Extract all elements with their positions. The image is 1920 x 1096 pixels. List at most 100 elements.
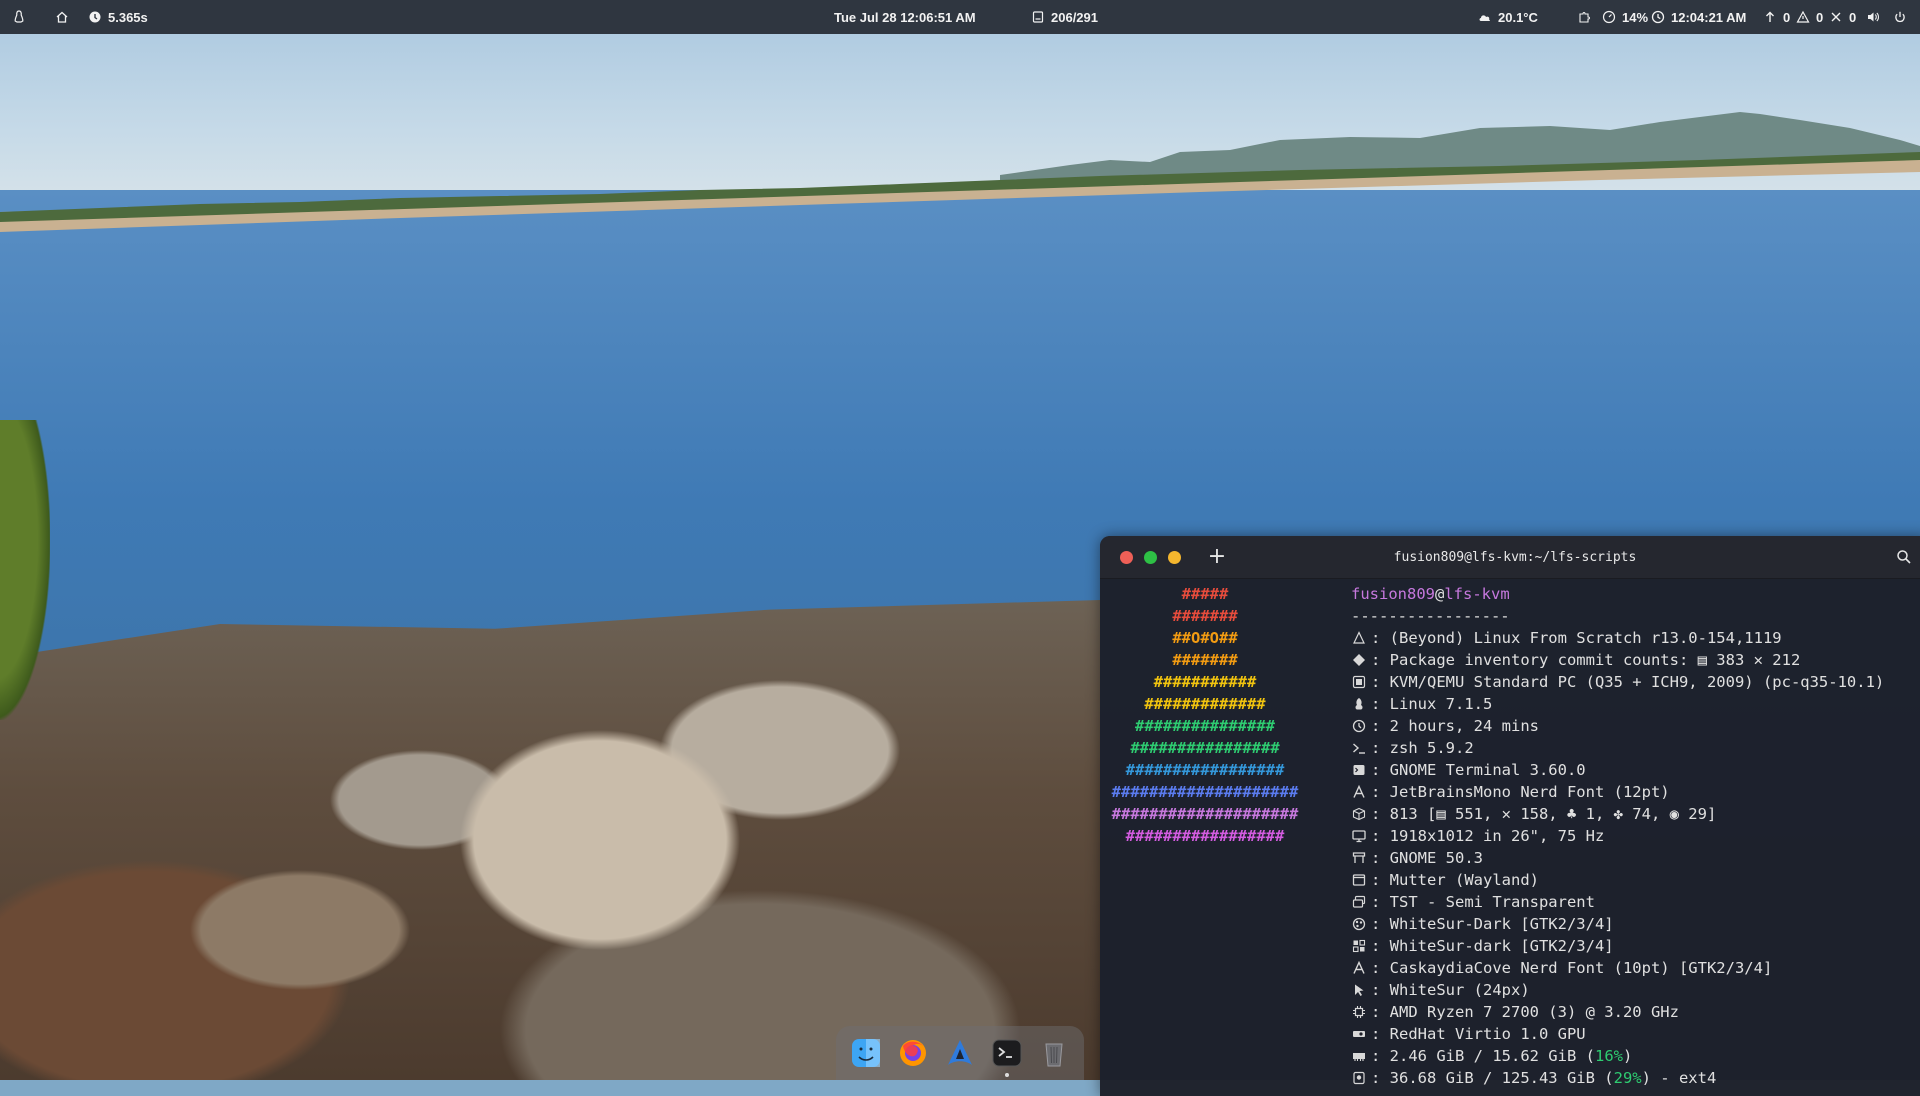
info-separator: : bbox=[1371, 981, 1390, 999]
info-value: zsh 5.9.2 bbox=[1389, 739, 1474, 757]
logo-line: #################### bbox=[1111, 805, 1299, 823]
timer-text: 5.365s bbox=[108, 9, 148, 25]
logo-line: ################# bbox=[1125, 761, 1285, 779]
disk-icon bbox=[1351, 1070, 1367, 1086]
info-separator: : bbox=[1371, 739, 1390, 757]
info-value: Mutter (Wayland) bbox=[1389, 871, 1539, 889]
weather-text: 20.1°C bbox=[1498, 9, 1538, 25]
info-row: : RedHat Virtio 1.0 GPU bbox=[1351, 1023, 1884, 1045]
logo-line: ########### bbox=[1153, 673, 1257, 691]
maximize-button[interactable] bbox=[1144, 550, 1157, 564]
clock-datetime[interactable]: Tue Jul 28 12:06:51 AM bbox=[834, 0, 976, 34]
counter-text: 206/291 bbox=[1051, 9, 1098, 25]
volume-icon[interactable] bbox=[1866, 10, 1880, 24]
clock-indicator[interactable]: 12:04:21 AM bbox=[1651, 0, 1746, 34]
info-value: 2 hours, 24 mins bbox=[1389, 717, 1539, 735]
info-separator: : bbox=[1371, 959, 1390, 977]
cpu-text: 14% bbox=[1622, 9, 1649, 25]
info-separator: : bbox=[1371, 871, 1390, 889]
minimize-button[interactable] bbox=[1168, 550, 1181, 564]
font-icon bbox=[1351, 784, 1367, 800]
datetime-text: Tue Jul 28 12:06:51 AM bbox=[834, 9, 976, 25]
info-row: : WhiteSur (24px) bbox=[1351, 979, 1884, 1001]
firefox-icon[interactable] bbox=[896, 1036, 930, 1070]
info-separator: : bbox=[1371, 629, 1390, 647]
info-value: (Beyond) Linux From Scratch r13.0-154,11… bbox=[1389, 629, 1782, 647]
x-icon bbox=[1829, 10, 1843, 24]
info-value: WhiteSur-Dark [GTK2/3/4] bbox=[1389, 915, 1614, 933]
info-percent: 29% bbox=[1613, 1069, 1642, 1087]
home-icon[interactable] bbox=[55, 10, 69, 24]
underline: ----------------- bbox=[1351, 607, 1510, 625]
info-row: : 2 hours, 24 mins bbox=[1351, 715, 1884, 737]
info-value: Package inventory commit counts: ▤ 383 ✕… bbox=[1389, 651, 1801, 669]
wallpaper-shoreline bbox=[0, 112, 1920, 232]
power-icon[interactable] bbox=[1893, 10, 1907, 24]
info-row: : zsh 5.9.2 bbox=[1351, 737, 1884, 759]
info-separator: : bbox=[1371, 937, 1390, 955]
info-separator: : bbox=[1371, 849, 1390, 867]
info-value: TST - Semi Transparent bbox=[1389, 893, 1595, 911]
new-tab-button[interactable]: + bbox=[1207, 546, 1227, 568]
info-row: : AMD Ryzen 7 2700 (3) @ 3.20 GHz bbox=[1351, 1001, 1884, 1023]
logo-line: ################ bbox=[1130, 739, 1280, 757]
close-button[interactable] bbox=[1120, 550, 1133, 564]
updates-indicator[interactable]: 0 bbox=[1763, 0, 1790, 34]
timer-icon bbox=[88, 10, 102, 24]
gpu-icon bbox=[1351, 1026, 1367, 1042]
extensions-indicator[interactable] bbox=[1577, 0, 1591, 34]
host-icon bbox=[1351, 674, 1367, 690]
terminal-window[interactable]: + fusion809@lfs-kvm:~/lfs-scripts ##### #… bbox=[1100, 536, 1920, 1096]
timer-indicator[interactable]: 5.365s bbox=[88, 0, 148, 34]
tux-icon[interactable] bbox=[12, 10, 26, 24]
errors-text: 0 bbox=[1849, 9, 1857, 25]
wallpaper-bush bbox=[0, 420, 50, 720]
info-separator: : bbox=[1371, 783, 1390, 801]
user-host-line: fusion809 @ lfs-kvm bbox=[1351, 583, 1884, 605]
info-separator: : bbox=[1371, 1025, 1390, 1043]
info-separator: : bbox=[1371, 805, 1390, 823]
info-row: : 36.68 GiB / 125.43 GiB (29%) - ext4 bbox=[1351, 1067, 1884, 1089]
trash-icon[interactable] bbox=[1037, 1036, 1071, 1070]
info-row: : Package inventory commit counts: ▤ 383… bbox=[1351, 649, 1884, 671]
memory-icon bbox=[1351, 1048, 1367, 1064]
font-icon bbox=[1351, 960, 1367, 976]
info-row: : GNOME Terminal 3.60.0 bbox=[1351, 759, 1884, 781]
errors-indicator[interactable]: 0 bbox=[1829, 0, 1856, 34]
display-icon bbox=[1351, 828, 1367, 844]
terminal-titlebar[interactable]: + fusion809@lfs-kvm:~/lfs-scripts bbox=[1100, 536, 1920, 579]
info-row: : Mutter (Wayland) bbox=[1351, 869, 1884, 891]
info-row: : Linux 7.1.5 bbox=[1351, 693, 1884, 715]
info-value: JetBrainsMono Nerd Font (12pt) bbox=[1389, 783, 1670, 801]
info-separator: : bbox=[1371, 651, 1390, 669]
logo-line: ############### bbox=[1135, 717, 1275, 735]
logo-line: ##O#O## bbox=[1172, 629, 1238, 647]
info-row: : WhiteSur-Dark [GTK2/3/4] bbox=[1351, 913, 1884, 935]
info-tail: ) bbox=[1622, 1047, 1633, 1065]
username: fusion809 bbox=[1351, 585, 1435, 603]
clock-icon bbox=[1651, 10, 1665, 24]
info-separator: : bbox=[1371, 673, 1390, 691]
info-separator: : bbox=[1371, 1047, 1390, 1065]
info-tail: ) - ext4 bbox=[1641, 1069, 1717, 1087]
git-icon bbox=[1351, 652, 1367, 668]
finder-icon[interactable] bbox=[849, 1036, 883, 1070]
search-icon[interactable] bbox=[1896, 549, 1912, 565]
cpu-indicator[interactable]: 14% bbox=[1602, 0, 1648, 34]
info-separator: : bbox=[1371, 1069, 1390, 1087]
info-row: : TST - Semi Transparent bbox=[1351, 891, 1884, 913]
terminal-app-icon[interactable] bbox=[990, 1036, 1024, 1077]
info-value: WhiteSur (24px) bbox=[1389, 981, 1530, 999]
info-row: : 1918x1012 in 26", 75 Hz bbox=[1351, 825, 1884, 847]
info-separator: : bbox=[1371, 695, 1390, 713]
arch-launcher-icon[interactable] bbox=[943, 1036, 977, 1070]
info-separator: : bbox=[1371, 827, 1390, 845]
workspace-counter[interactable]: 206/291 bbox=[1031, 0, 1098, 34]
fastfetch-info: fusion809 @ lfs-kvm ----------------- : (B… bbox=[1351, 583, 1884, 1089]
packages-icon bbox=[1351, 806, 1367, 822]
clock-text: 12:04:21 AM bbox=[1671, 9, 1747, 25]
weather-indicator[interactable]: 20.1°C bbox=[1478, 0, 1538, 34]
info-separator: : bbox=[1371, 915, 1390, 933]
shell-icon bbox=[1351, 740, 1367, 756]
warnings-indicator[interactable]: 0 bbox=[1796, 0, 1823, 34]
